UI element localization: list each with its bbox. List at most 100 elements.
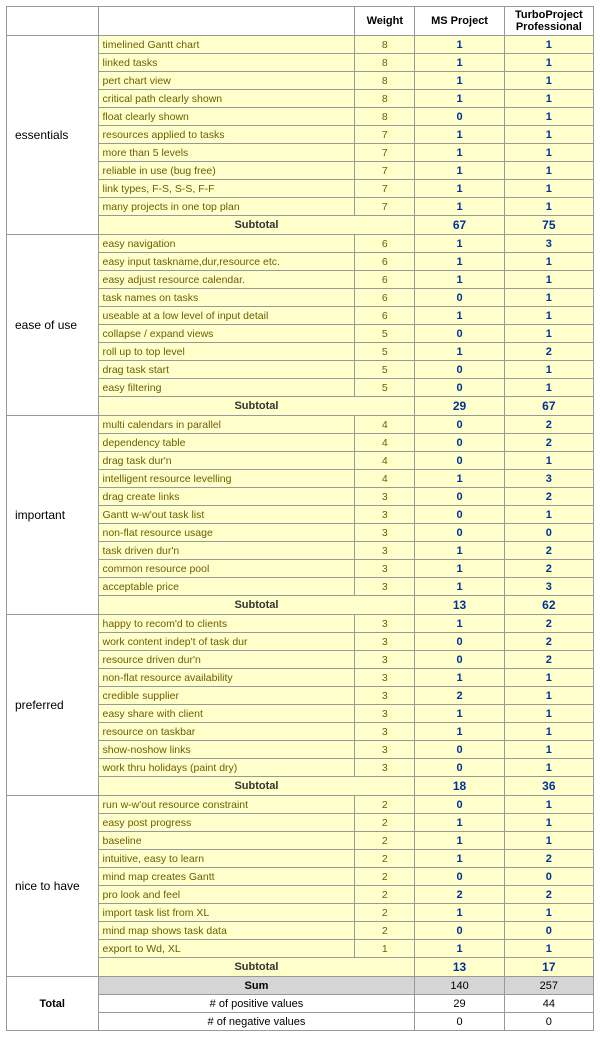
msproject-cell: 0 — [415, 651, 504, 669]
msproject-cell: 1 — [415, 850, 504, 868]
item-cell: pro look and feel — [98, 886, 355, 904]
subtotal-ms: 13 — [415, 596, 504, 615]
weight-cell: 8 — [355, 90, 415, 108]
weight-cell: 6 — [355, 235, 415, 253]
msproject-cell: 1 — [415, 615, 504, 633]
item-cell: drag create links — [98, 488, 355, 506]
item-cell: collapse / expand views — [98, 325, 355, 343]
weight-cell: 1 — [355, 940, 415, 958]
weight-cell: 3 — [355, 741, 415, 759]
weight-cell: 7 — [355, 126, 415, 144]
item-cell: pert chart view — [98, 72, 355, 90]
subtotal-ms: 13 — [415, 958, 504, 977]
msproject-cell: 0 — [415, 434, 504, 452]
msproject-cell: 1 — [415, 307, 504, 325]
weight-cell: 5 — [355, 343, 415, 361]
data-row: ease of useeasy navigation613 — [7, 235, 594, 253]
item-cell: many projects in one top plan — [98, 198, 355, 216]
turboproject-cell: 1 — [504, 325, 593, 343]
turboproject-cell: 0 — [504, 868, 593, 886]
turboproject-cell: 1 — [504, 506, 593, 524]
weight-cell: 7 — [355, 162, 415, 180]
header-weight: Weight — [355, 7, 415, 36]
msproject-cell: 0 — [415, 741, 504, 759]
data-row: essentialstimelined Gantt chart811 — [7, 36, 594, 54]
msproject-cell: 1 — [415, 36, 504, 54]
weight-cell: 3 — [355, 687, 415, 705]
header-turboproject: TurboProject Professional — [504, 7, 593, 36]
item-cell: common resource pool — [98, 560, 355, 578]
weight-cell: 7 — [355, 198, 415, 216]
item-cell: easy input taskname,dur,resource etc. — [98, 253, 355, 271]
turboproject-cell: 1 — [504, 144, 593, 162]
item-cell: resource on taskbar — [98, 723, 355, 741]
msproject-cell: 1 — [415, 90, 504, 108]
category-cell: essentials — [7, 36, 99, 235]
pos-label: # of positive values — [98, 995, 415, 1013]
turboproject-cell: 1 — [504, 36, 593, 54]
msproject-cell: 1 — [415, 126, 504, 144]
header-msproject: MS Project — [415, 7, 504, 36]
weight-cell: 7 — [355, 180, 415, 198]
turboproject-cell: 1 — [504, 307, 593, 325]
data-row: importantmulti calendars in parallel402 — [7, 416, 594, 434]
weight-cell: 6 — [355, 307, 415, 325]
msproject-cell: 1 — [415, 72, 504, 90]
turboproject-cell: 1 — [504, 452, 593, 470]
subtotal-ms: 67 — [415, 216, 504, 235]
item-cell: credible supplier — [98, 687, 355, 705]
weight-cell: 7 — [355, 144, 415, 162]
msproject-cell: 1 — [415, 235, 504, 253]
msproject-cell: 1 — [415, 162, 504, 180]
turboproject-cell: 2 — [504, 343, 593, 361]
weight-cell: 3 — [355, 542, 415, 560]
pos-ms: 29 — [415, 995, 504, 1013]
turboproject-cell: 2 — [504, 560, 593, 578]
msproject-cell: 0 — [415, 289, 504, 307]
weight-cell: 2 — [355, 832, 415, 850]
item-cell: useable at a low level of input detail — [98, 307, 355, 325]
turboproject-cell: 2 — [504, 886, 593, 904]
turboproject-cell: 2 — [504, 434, 593, 452]
sum-turbo: 257 — [504, 977, 593, 995]
turboproject-cell: 1 — [504, 54, 593, 72]
weight-cell: 6 — [355, 253, 415, 271]
weight-cell: 2 — [355, 814, 415, 832]
msproject-cell: 1 — [415, 271, 504, 289]
weight-cell: 3 — [355, 633, 415, 651]
msproject-cell: 1 — [415, 832, 504, 850]
turboproject-cell: 0 — [504, 524, 593, 542]
item-cell: baseline — [98, 832, 355, 850]
weight-cell: 3 — [355, 669, 415, 687]
weight-cell: 4 — [355, 434, 415, 452]
msproject-cell: 0 — [415, 361, 504, 379]
msproject-cell: 0 — [415, 488, 504, 506]
turboproject-cell: 1 — [504, 379, 593, 397]
turboproject-cell: 1 — [504, 271, 593, 289]
msproject-cell: 0 — [415, 633, 504, 651]
weight-cell: 2 — [355, 904, 415, 922]
subtotal-turbo: 62 — [504, 596, 593, 615]
msproject-cell: 2 — [415, 687, 504, 705]
msproject-cell: 0 — [415, 379, 504, 397]
msproject-cell: 1 — [415, 54, 504, 72]
item-cell: non-flat resource usage — [98, 524, 355, 542]
turboproject-cell: 1 — [504, 253, 593, 271]
item-cell: reliable in use (bug free) — [98, 162, 355, 180]
msproject-cell: 1 — [415, 470, 504, 488]
turboproject-cell: 1 — [504, 904, 593, 922]
weight-cell: 5 — [355, 361, 415, 379]
turboproject-cell: 1 — [504, 90, 593, 108]
item-cell: task names on tasks — [98, 289, 355, 307]
item-cell: more than 5 levels — [98, 144, 355, 162]
turboproject-cell: 1 — [504, 741, 593, 759]
turboproject-cell: 3 — [504, 578, 593, 596]
msproject-cell: 1 — [415, 814, 504, 832]
msproject-cell: 0 — [415, 506, 504, 524]
item-cell: work content indep't of task dur — [98, 633, 355, 651]
category-cell: important — [7, 416, 99, 615]
item-cell: easy filtering — [98, 379, 355, 397]
weight-cell: 3 — [355, 759, 415, 777]
comparison-table: Weight MS Project TurboProject Professio… — [6, 6, 594, 1031]
item-cell: critical path clearly shown — [98, 90, 355, 108]
